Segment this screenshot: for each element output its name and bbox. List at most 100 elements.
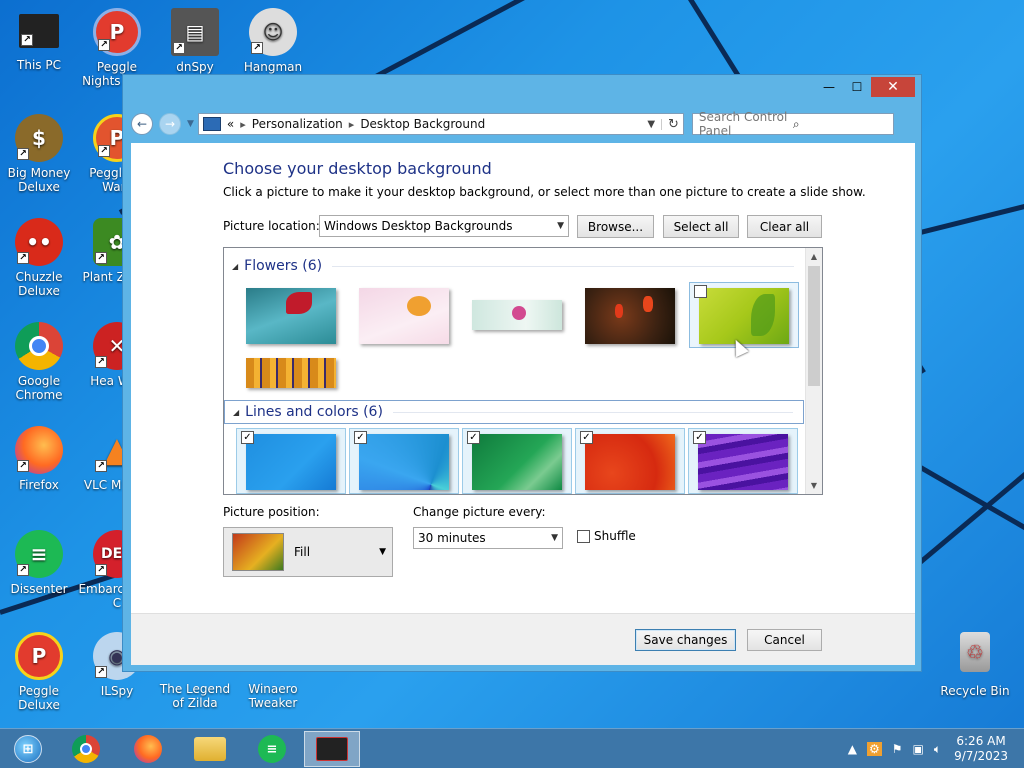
wallpaper-checkbox[interactable]: ✓ <box>693 431 706 444</box>
select-all-button[interactable]: Select all <box>663 215 739 238</box>
desktop-icon-chrome[interactable]: Google Chrome <box>0 322 78 402</box>
picture-location-select[interactable]: Windows Desktop Backgrounds ▼ <box>319 215 569 237</box>
change-picture-every-select[interactable]: 30 minutes ▼ <box>413 527 563 549</box>
clock[interactable]: 6:26 AM 9/7/2023 <box>954 734 1008 764</box>
flag-icon[interactable]: ⚑ <box>892 742 903 756</box>
scrollbar-thumb[interactable] <box>808 266 820 386</box>
desktop-icon-dnspy[interactable]: ▤ ↗ dnSpy <box>156 8 234 74</box>
desktop-icon-winaero[interactable]: Winaero Tweaker <box>234 682 312 710</box>
breadcrumb-personalization[interactable]: Personalization <box>252 117 343 131</box>
chuzzle-icon: •• ↗ <box>15 218 63 266</box>
network-icon[interactable]: ▣ <box>913 742 924 756</box>
checkbox-box[interactable] <box>577 529 590 543</box>
address-bar[interactable]: « ▸ Personalization ▸ Desktop Background… <box>197 113 684 135</box>
gallery-scrollbar[interactable]: ▲ ▼ <box>805 248 822 494</box>
wallpaper-thumbnail[interactable] <box>359 434 449 490</box>
search-input[interactable]: Search Control Panel <box>699 110 793 138</box>
desktop-icon-chuzzle[interactable]: •• ↗ Chuzzle Deluxe <box>0 218 78 298</box>
wallpaper-tile-selected[interactable]: ✓ <box>688 428 798 494</box>
breadcrumb-desktop-background[interactable]: Desktop Background <box>360 117 485 131</box>
recent-pages-button[interactable]: ▼ <box>187 119 194 129</box>
wallpaper-tile-hovered[interactable] <box>689 282 799 348</box>
wallpaper-thumbnail[interactable] <box>246 288 336 344</box>
desktop-icon-label: Google Chrome <box>15 374 63 402</box>
shuffle-label: Shuffle <box>594 529 636 543</box>
dissenter-icon: ≡ <box>258 735 286 763</box>
show-hidden-icons-icon[interactable]: ▲ <box>848 742 857 756</box>
desktop-icon-label: Firefox <box>19 478 59 492</box>
address-dropdown-icon[interactable]: ▼ <box>641 118 663 130</box>
taskbar-firefox[interactable] <box>120 731 176 767</box>
group-header-flowers[interactable]: ◢ Flowers (6) <box>224 254 804 278</box>
wallpaper-tile-selected[interactable]: ✓ <box>462 428 572 494</box>
wallpaper-thumbnail[interactable] <box>246 358 336 388</box>
address-overflow-chevron[interactable]: « <box>227 117 234 131</box>
shuffle-checkbox[interactable]: Shuffle <box>577 529 636 543</box>
wallpaper-gallery[interactable]: ◢ Flowers (6) ◢ Lines and colors (6) ✓ ✓… <box>223 247 823 495</box>
desktop-icon-firefox[interactable]: ↗ Firefox <box>0 426 78 492</box>
start-button[interactable]: ⊞ <box>0 731 56 767</box>
desktop-icon-recycle-bin[interactable]: ♲ Recycle Bin <box>936 632 1014 698</box>
personalization-icon <box>316 737 348 761</box>
desktop-icon-label: dnSpy <box>176 60 214 74</box>
folder-icon <box>194 737 226 761</box>
taskbar-chrome[interactable] <box>58 731 114 767</box>
browse-button[interactable]: Browse... <box>577 215 654 238</box>
picture-position-select[interactable]: Fill ▼ <box>223 527 393 577</box>
desktop-icon-legend-zilda[interactable]: The Legend of Zilda <box>156 682 234 710</box>
wallpaper-tile-selected[interactable]: ✓ <box>575 428 685 494</box>
save-changes-button[interactable]: Save changes <box>635 629 736 651</box>
wallpaper-checkbox[interactable]: ✓ <box>241 431 254 444</box>
wallpaper-thumbnail[interactable] <box>585 434 675 490</box>
minimize-button[interactable]: — <box>815 77 843 97</box>
group-header-lines-and-colors[interactable]: ◢ Lines and colors (6) <box>224 400 804 424</box>
forward-button[interactable]: → <box>159 113 181 135</box>
wallpaper-checkbox[interactable]: ✓ <box>580 431 593 444</box>
wallpaper-thumbnail[interactable] <box>698 434 788 490</box>
scroll-down-icon[interactable]: ▼ <box>806 477 822 494</box>
wallpaper-checkbox[interactable]: ✓ <box>467 431 480 444</box>
search-icon[interactable]: ⌕ <box>793 117 887 132</box>
control-panel-icon <box>202 117 221 131</box>
picture-position-value: Fill <box>294 545 311 559</box>
cancel-button[interactable]: Cancel <box>747 629 822 651</box>
taskbar-control-panel[interactable] <box>304 731 360 767</box>
taskbar-file-explorer[interactable] <box>182 731 238 767</box>
content-area: Choose your desktop background Click a p… <box>131 143 915 665</box>
desktop-icon-label: Hangman <box>243 60 303 74</box>
recycle-bin-icon: ♲ <box>960 632 990 672</box>
money-bag-icon: $ ↗ <box>15 114 63 162</box>
wallpaper-tile-selected[interactable]: ✓ <box>236 428 346 494</box>
wallpaper-thumbnail[interactable] <box>359 288 449 344</box>
wallpaper-thumbnail[interactable] <box>246 434 336 490</box>
collapse-triangle-icon[interactable]: ◢ <box>233 408 239 417</box>
desktop-icon-this-pc[interactable]: ↗ This PC <box>0 8 78 72</box>
desktop-icon-hangman[interactable]: ☺ ↗ Hangman <box>234 8 312 74</box>
tray-app-icon[interactable]: ⚙ <box>867 742 882 756</box>
desktop-icon-peggle-deluxe[interactable]: P Peggle Deluxe <box>0 632 78 712</box>
close-button[interactable]: ✕ <box>871 77 915 97</box>
wallpaper-checkbox[interactable] <box>694 285 707 298</box>
taskbar-dissenter[interactable]: ≡ <box>244 731 300 767</box>
desktop-icon-label: Dissenter <box>10 582 68 596</box>
wallpaper-thumbnail[interactable] <box>699 288 789 344</box>
navigation-bar: ← → ▼ « ▸ Personalization ▸ Desktop Back… <box>131 107 913 141</box>
dnspy-icon: ▤ ↗ <box>171 8 219 56</box>
desktop-icon-dissenter[interactable]: ≡ ↗ Dissenter <box>0 530 78 596</box>
collapse-triangle-icon[interactable]: ◢ <box>232 262 238 271</box>
refresh-icon[interactable]: ↻ <box>662 117 679 132</box>
wallpaper-checkbox[interactable]: ✓ <box>354 431 367 444</box>
chrome-icon <box>15 322 63 370</box>
search-box[interactable]: Search Control Panel ⌕ <box>691 110 894 138</box>
maximize-button[interactable]: ☐ <box>843 77 871 97</box>
scroll-up-icon[interactable]: ▲ <box>806 248 822 265</box>
volume-icon[interactable]: 🔈︎ <box>934 742 941 757</box>
desktop-icon-big-money[interactable]: $ ↗ Big Money Deluxe <box>0 114 78 194</box>
clear-all-button[interactable]: Clear all <box>747 215 822 238</box>
dialog-footer: Save changes Cancel <box>131 613 915 665</box>
wallpaper-thumbnail[interactable] <box>472 300 562 330</box>
wallpaper-thumbnail[interactable] <box>472 434 562 490</box>
back-button[interactable]: ← <box>131 113 153 135</box>
wallpaper-tile-selected[interactable]: ✓ <box>349 428 459 494</box>
wallpaper-thumbnail[interactable] <box>585 288 675 344</box>
